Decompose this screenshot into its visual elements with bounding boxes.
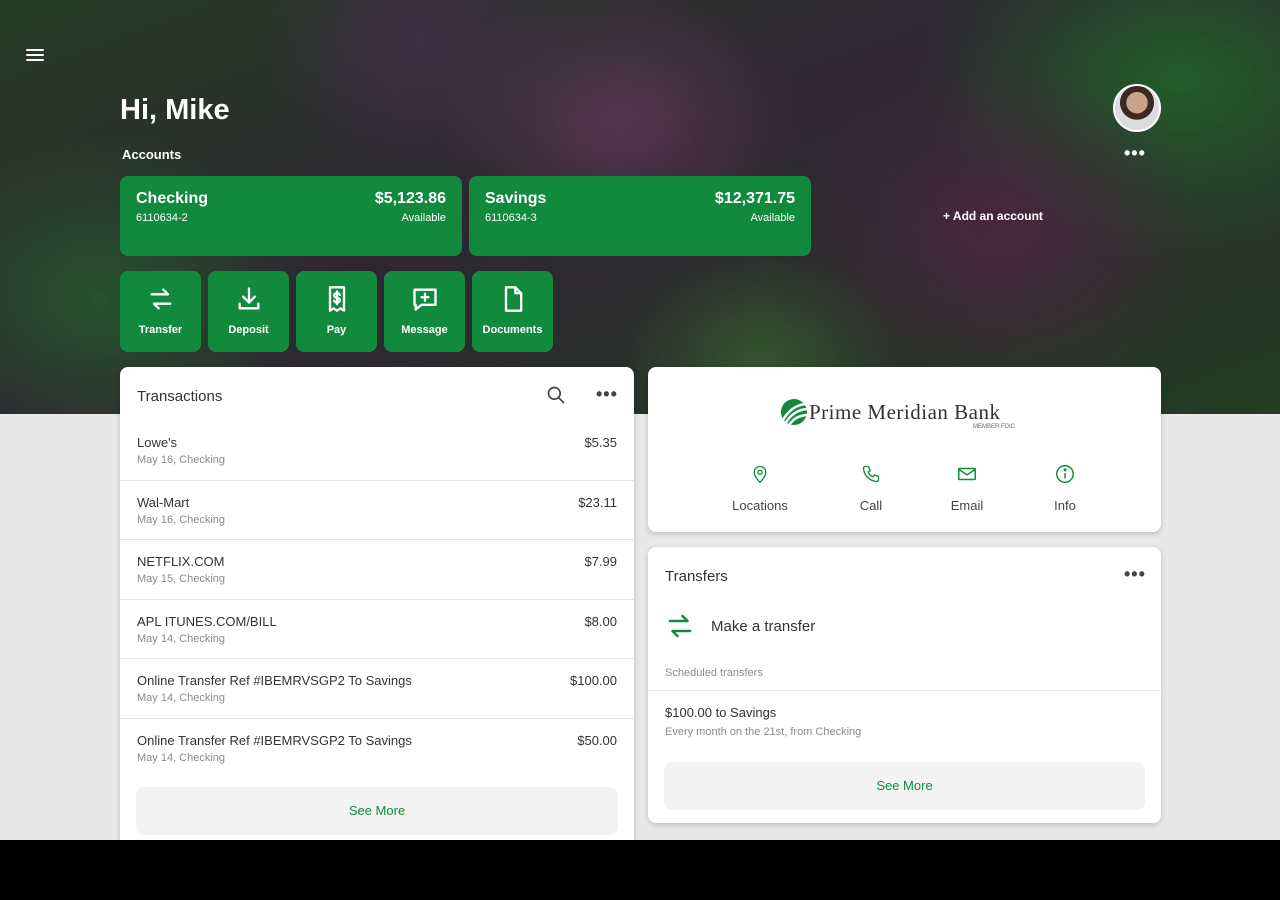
transaction-meta: May 16, Checking — [137, 513, 226, 526]
contact-label: Call — [859, 498, 883, 513]
transaction-description: NETFLIX.COM — [137, 554, 225, 570]
contact-call[interactable]: Call — [831, 463, 911, 513]
divider — [648, 690, 1161, 691]
transfers-more-icon[interactable]: ••• — [1124, 565, 1146, 583]
account-status: Available — [750, 212, 795, 224]
transaction-amount: $100.00 — [570, 673, 617, 689]
app-root: Hi, Mike Accounts ••• Checking $5,123.86… — [0, 0, 1280, 840]
account-balance: $5,123.86 — [374, 190, 446, 207]
quick-action-transfer[interactable]: Transfer — [120, 271, 201, 352]
transfers-see-more-button[interactable]: See More — [664, 762, 1145, 810]
transaction-amount: $8.00 — [584, 613, 617, 629]
transaction-meta: May 14, Checking — [137, 751, 226, 764]
location-pin-icon — [753, 465, 767, 484]
info-icon — [1056, 465, 1074, 483]
quick-action-label: Documents — [482, 324, 543, 336]
contact-label: Locations — [732, 498, 788, 513]
accounts-label: Accounts — [122, 147, 182, 162]
transaction-description: Lowe's — [137, 435, 178, 450]
scheduled-transfer-item[interactable]: $100.00 to Savings Every month on the 21… — [665, 705, 861, 738]
transaction-meta: May 16, Checking — [137, 454, 226, 466]
quick-action-label: Transfer — [138, 324, 183, 336]
quick-action-label: Message — [401, 324, 448, 336]
quick-action-label: Deposit — [228, 324, 269, 336]
phone-icon — [862, 465, 880, 483]
transaction-description: Online Transfer Ref #IBEMRVSGP2 To Savin… — [137, 673, 412, 689]
contact-info[interactable]: Info — [1025, 463, 1105, 513]
bank-logo-icon — [781, 399, 809, 426]
contact-label: Info — [1054, 498, 1076, 513]
accounts-more-icon[interactable]: ••• — [1124, 144, 1146, 162]
bank-name: Prime Meridian Bank — [809, 399, 1001, 424]
make-transfer-label: Make a transfer — [711, 617, 816, 635]
account-number: 6110634-3 — [485, 212, 537, 224]
email-icon — [958, 467, 976, 481]
make-transfer-button[interactable]: Make a transfer — [665, 609, 1145, 643]
message-icon — [412, 288, 437, 311]
transaction-amount: $23.11 — [578, 494, 617, 510]
transaction-amount: $50.00 — [577, 732, 617, 748]
table-row[interactable]: Online Transfer Ref #IBEMRVSGP2 To Savin… — [120, 659, 634, 719]
quick-action-message[interactable]: Message — [384, 271, 465, 352]
add-account-link[interactable]: + Add an account — [943, 209, 1043, 223]
table-row[interactable]: Wal-Mart May 16, Checking $23.11 — [120, 481, 634, 541]
account-card-checking[interactable]: Checking $5,123.86 6110634-2 Available — [120, 176, 462, 256]
transfers-title: Transfers — [665, 568, 728, 585]
transactions-list: Lowe's May 16, Checking $5.35 Wal-Mart May… — [120, 421, 634, 779]
pay-icon — [328, 286, 345, 312]
transaction-meta: May 14, Checking — [137, 692, 226, 705]
table-row[interactable]: Online Transfer Ref #IBEMRVSGP2 To Savin… — [120, 719, 634, 779]
account-balance: $12,371.75 — [714, 190, 795, 207]
account-number: 6110634-2 — [136, 212, 188, 224]
greeting: Hi, Mike — [120, 94, 230, 126]
transactions-card: Transactions ••• Lowe's May 16, Checking … — [120, 367, 634, 840]
transfer-icon — [668, 614, 692, 638]
transaction-description: Wal-Mart — [137, 494, 190, 510]
table-row[interactable]: NETFLIX.COM May 15, Checking $7.99 — [120, 540, 634, 600]
transfer-icon — [150, 288, 171, 310]
scheduled-transfers-label: Scheduled transfers — [665, 667, 763, 679]
quick-action-documents[interactable]: Documents — [472, 271, 553, 352]
transaction-description: APL ITUNES.COM/BILL — [137, 613, 277, 629]
bank-member-fdic: MEMBER FDIC — [973, 424, 1015, 430]
transaction-amount: $5.35 — [584, 435, 617, 450]
search-icon[interactable] — [546, 385, 566, 405]
transactions-see-more-button[interactable]: See More — [136, 787, 618, 835]
table-row[interactable]: APL ITUNES.COM/BILL May 14, Checking $8.0… — [120, 600, 634, 660]
table-row[interactable]: Lowe's May 16, Checking $5.35 — [120, 421, 634, 481]
avatar[interactable] — [1113, 84, 1161, 132]
scheduled-transfer-detail: Every month on the 21st, from Checking — [665, 726, 862, 738]
account-name: Checking — [136, 190, 209, 207]
transaction-amount: $7.99 — [584, 554, 617, 570]
account-card-savings[interactable]: Savings $12,371.75 6110634-3 Available — [469, 176, 811, 256]
bank-card: Prime Meridian Bank MEMBER FDIC Location… — [648, 367, 1161, 532]
contact-email[interactable]: Email — [927, 463, 1007, 513]
contact-locations[interactable]: Locations — [720, 463, 800, 513]
deposit-icon — [238, 287, 259, 310]
hamburger-menu-icon[interactable] — [26, 46, 48, 66]
bank-logo: Prime Meridian Bank — [779, 398, 1000, 426]
account-status: Available — [401, 212, 446, 224]
transaction-meta: May 14, Checking — [137, 632, 226, 645]
transaction-meta: May 15, Checking — [137, 573, 226, 586]
transfers-card: Transfers ••• Make a transfer Scheduled … — [648, 547, 1161, 823]
contact-label: Email — [950, 498, 984, 513]
transactions-title: Transactions — [137, 388, 223, 405]
quick-action-deposit[interactable]: Deposit — [208, 271, 289, 352]
quick-action-pay[interactable]: Pay — [296, 271, 377, 352]
documents-icon — [504, 286, 522, 312]
transactions-more-icon[interactable]: ••• — [596, 385, 618, 403]
transaction-description: Online Transfer Ref #IBEMRVSGP2 To Savin… — [137, 732, 412, 748]
account-name: Savings — [485, 190, 547, 207]
quick-action-label: Pay — [326, 324, 347, 336]
scheduled-transfer-title: $100.00 to Savings — [665, 705, 777, 720]
